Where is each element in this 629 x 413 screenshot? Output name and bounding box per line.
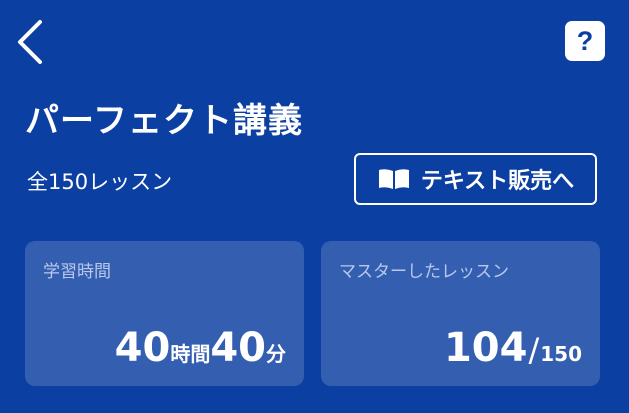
study-time-card: 学習時間 40 時間 40 分 — [25, 241, 304, 386]
text-sales-button-label: テキスト販売へ — [420, 169, 575, 194]
study-minutes-unit: 分 — [266, 342, 286, 366]
question-mark-icon: ? — [576, 25, 594, 56]
study-hours-unit: 時間 — [170, 342, 211, 366]
mastered-total: 150 — [540, 342, 582, 366]
mastered-separator: / — [528, 331, 540, 369]
mastered-lessons-card: マスターしたレッスン 104 / 150 — [321, 241, 600, 386]
mastered-lessons-value: 104 / 150 — [444, 328, 582, 368]
study-time-label: 学習時間 — [43, 262, 111, 282]
course-detail-screen: ? パーフェクト講義 全150レッスン テキスト販売へ 学習時間 40 時間 4… — [0, 0, 629, 413]
help-button[interactable]: ? — [565, 21, 605, 61]
page-title: パーフェクト講義 — [25, 101, 303, 141]
text-sales-button[interactable]: テキスト販売へ — [354, 153, 597, 205]
study-minutes: 40 — [210, 325, 266, 371]
back-button[interactable] — [14, 18, 50, 66]
lesson-count: 全150レッスン — [27, 170, 173, 194]
study-time-value: 40 時間 40 分 — [115, 328, 286, 368]
book-icon — [378, 169, 409, 189]
study-hours: 40 — [114, 325, 171, 371]
mastered-count: 104 — [443, 325, 528, 371]
chevron-left-icon — [18, 20, 42, 64]
mastered-lessons-label: マスターしたレッスン — [339, 262, 509, 282]
